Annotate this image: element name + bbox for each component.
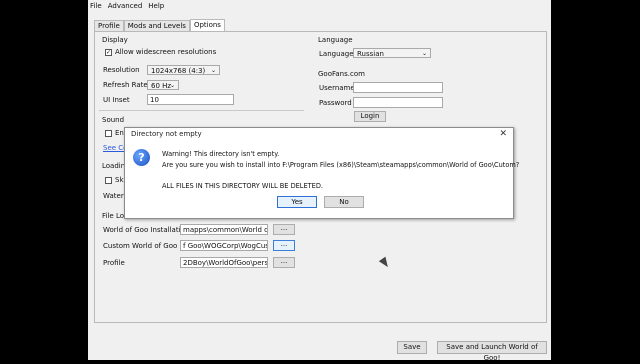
chevron-down-icon: ⌄ (169, 82, 175, 89)
resolution-label: Resolution (103, 66, 140, 74)
language-label: Language (319, 50, 354, 58)
skip-checkbox[interactable] (105, 177, 112, 184)
password-label: Password (319, 99, 352, 107)
menu-bar: File Advanced Help (88, 0, 553, 12)
resolution-value: 1024x768 (4:3) (151, 67, 206, 75)
refresh-rate-select[interactable]: 60 Hz ⌄ (147, 80, 179, 90)
password-input[interactable] (353, 97, 443, 108)
sound-heading: Sound (102, 116, 125, 124)
chevron-down-icon: ⌄ (210, 67, 216, 74)
username-label: Username (319, 84, 355, 92)
no-button[interactable]: No (324, 196, 364, 208)
save-and-launch-button[interactable]: Save and Launch World of Goo! (437, 341, 547, 362)
language-select[interactable]: Russian ⌄ (353, 48, 431, 58)
directory-not-empty-dialog: Directory not empty ✕ ? Warning! This di… (124, 127, 519, 219)
menu-file[interactable]: File (90, 0, 102, 12)
close-icon[interactable]: ✕ (499, 129, 507, 139)
profile-browse-button[interactable]: ... (273, 257, 295, 268)
question-icon: ? (133, 149, 150, 166)
wog-install-label: World of Goo Installation (103, 226, 190, 234)
ui-inset-input[interactable]: 10 (147, 94, 234, 105)
refresh-rate-value: 60 Hz (151, 82, 172, 90)
wog-install-input[interactable]: mapps\common\World of Goo (180, 224, 268, 235)
dialog-delete-warning: ALL FILES IN THIS DIRECTORY WILL BE DELE… (162, 182, 324, 190)
menu-advanced[interactable]: Advanced (108, 0, 143, 12)
widescreen-label: Allow widescreen resolutions (115, 48, 217, 56)
custom-wog-input[interactable]: f Goo\WOGCorp\WogCustom (180, 240, 268, 251)
dialog-title: Directory not empty (131, 130, 202, 138)
profile-label: Profile (103, 259, 125, 267)
yes-button[interactable]: Yes (277, 196, 317, 208)
custom-wog-browse-button[interactable]: ... (273, 240, 295, 251)
wog-install-browse-button[interactable]: ... (273, 224, 295, 235)
sound-enable-checkbox[interactable] (105, 130, 112, 137)
widescreen-checkbox[interactable]: ✓ (105, 49, 112, 56)
display-heading: Display (102, 36, 128, 44)
username-input[interactable] (353, 82, 443, 93)
language-heading: Language (318, 36, 353, 44)
resolution-select[interactable]: 1024x768 (4:3) ⌄ (147, 65, 220, 75)
dialog-confirm-text: Are you sure you wish to install into F:… (162, 161, 520, 169)
dialog-warning-text: Warning! This directory isn't empty. (162, 150, 280, 158)
ui-inset-label: UI Inset (103, 96, 130, 104)
chevron-down-icon: ⌄ (421, 50, 427, 57)
custom-wog-label: Custom World of Goo (103, 242, 178, 250)
goofans-heading: GooFans.com (318, 70, 365, 78)
divider (99, 110, 304, 111)
language-value: Russian (357, 50, 384, 58)
profile-input[interactable]: 2DBoy\WorldOfGoo\pers2.dat (180, 257, 268, 268)
menu-help[interactable]: Help (148, 0, 164, 12)
save-button[interactable]: Save (397, 341, 427, 354)
login-button[interactable]: Login (354, 111, 386, 122)
refresh-rate-label: Refresh Rate (103, 81, 148, 89)
